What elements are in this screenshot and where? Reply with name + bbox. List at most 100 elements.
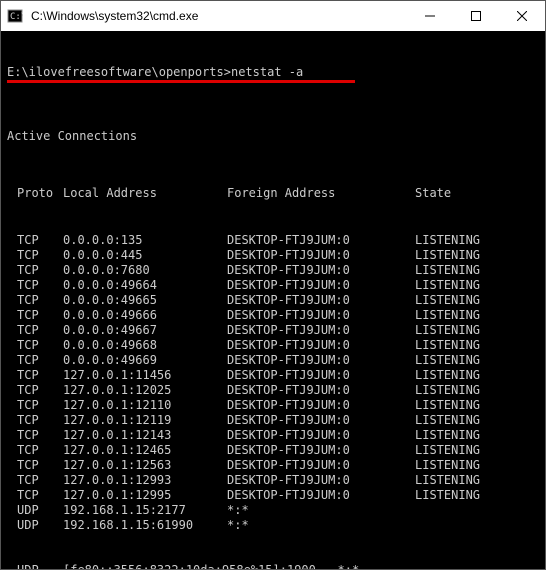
cell-local: 127.0.0.1:12465 bbox=[63, 443, 227, 458]
cell-state: LISTENING bbox=[415, 473, 480, 488]
cell-state: LISTENING bbox=[415, 398, 480, 413]
table-row: TCP127.0.0.1:11456DESKTOP-FTJ9JUM:0LISTE… bbox=[7, 368, 539, 383]
cell-local: 0.0.0.0:49666 bbox=[63, 308, 227, 323]
window-title: C:\Windows\system32\cmd.exe bbox=[29, 9, 407, 23]
table-row: TCP0.0.0.0:49666DESKTOP-FTJ9JUM:0LISTENI… bbox=[7, 308, 539, 323]
table-row: UDP[fe80::3556:8322:10da:958e%15]:1900 *… bbox=[7, 563, 539, 569]
header-state: State bbox=[415, 186, 451, 201]
maximize-button[interactable] bbox=[453, 1, 499, 31]
cell-local: 0.0.0.0:7680 bbox=[63, 263, 227, 278]
cell-state: LISTENING bbox=[415, 323, 480, 338]
cell-state: LISTENING bbox=[415, 383, 480, 398]
table-row: TCP127.0.0.1:12563DESKTOP-FTJ9JUM:0LISTE… bbox=[7, 458, 539, 473]
table-row: TCP127.0.0.1:12995DESKTOP-FTJ9JUM:0LISTE… bbox=[7, 488, 539, 503]
cell-local: 0.0.0.0:445 bbox=[63, 248, 227, 263]
table-row: TCP0.0.0.0:49667DESKTOP-FTJ9JUM:0LISTENI… bbox=[7, 323, 539, 338]
cell-state: LISTENING bbox=[415, 233, 480, 248]
cell-local: 0.0.0.0:49664 bbox=[63, 278, 227, 293]
cell-state: LISTENING bbox=[415, 308, 480, 323]
cell-local: 0.0.0.0:135 bbox=[63, 233, 227, 248]
cell-foreign: DESKTOP-FTJ9JUM:0 bbox=[227, 233, 415, 248]
cell-local: 127.0.0.1:12993 bbox=[63, 473, 227, 488]
cell-foreign: DESKTOP-FTJ9JUM:0 bbox=[227, 263, 415, 278]
cell-foreign: DESKTOP-FTJ9JUM:0 bbox=[227, 398, 415, 413]
cell-state: LISTENING bbox=[415, 293, 480, 308]
cell-foreign: DESKTOP-FTJ9JUM:0 bbox=[227, 248, 415, 263]
minimize-button[interactable] bbox=[407, 1, 453, 31]
cell-foreign: DESKTOP-FTJ9JUM:0 bbox=[227, 293, 415, 308]
cell-local: 0.0.0.0:49668 bbox=[63, 338, 227, 353]
table-row: TCP127.0.0.1:12465DESKTOP-FTJ9JUM:0LISTE… bbox=[7, 443, 539, 458]
cell-state: LISTENING bbox=[415, 443, 480, 458]
cell-state: LISTENING bbox=[415, 368, 480, 383]
cell-foreign: DESKTOP-FTJ9JUM:0 bbox=[227, 428, 415, 443]
table-row: TCP127.0.0.1:12143DESKTOP-FTJ9JUM:0LISTE… bbox=[7, 428, 539, 443]
cell-state: LISTENING bbox=[415, 278, 480, 293]
cell-state: LISTENING bbox=[415, 263, 480, 278]
cell-foreign: DESKTOP-FTJ9JUM:0 bbox=[227, 278, 415, 293]
cell-foreign: DESKTOP-FTJ9JUM:0 bbox=[227, 473, 415, 488]
terminal-output[interactable]: E:\ilovefreesoftware\openports>netstat -… bbox=[1, 31, 545, 569]
header-proto: Proto bbox=[7, 186, 63, 201]
table-row: TCP0.0.0.0:49664DESKTOP-FTJ9JUM:0LISTENI… bbox=[7, 278, 539, 293]
cell-proto: TCP bbox=[7, 413, 63, 428]
cell-state: LISTENING bbox=[415, 353, 480, 368]
table-row: TCP127.0.0.1:12119DESKTOP-FTJ9JUM:0LISTE… bbox=[7, 413, 539, 428]
cell-state: LISTENING bbox=[415, 338, 480, 353]
cell-proto: TCP bbox=[7, 383, 63, 398]
table-row: UDP192.168.1.15:2177*:* bbox=[7, 503, 539, 518]
prompt-path: E:\ilovefreesoftware\openports> bbox=[7, 65, 231, 79]
connection-list: TCP0.0.0.0:135DESKTOP-FTJ9JUM:0LISTENING… bbox=[7, 233, 539, 533]
cell-local: 127.0.0.1:12119 bbox=[63, 413, 227, 428]
window-controls bbox=[407, 1, 545, 31]
cell-proto: TCP bbox=[7, 263, 63, 278]
titlebar[interactable]: C:\ C:\Windows\system32\cmd.exe bbox=[1, 1, 545, 31]
table-row: TCP127.0.0.1:12993DESKTOP-FTJ9JUM:0LISTE… bbox=[7, 473, 539, 488]
cell-foreign: DESKTOP-FTJ9JUM:0 bbox=[227, 383, 415, 398]
table-row: TCP0.0.0.0:135DESKTOP-FTJ9JUM:0LISTENING bbox=[7, 233, 539, 248]
cell-local: 192.168.1.15:61990 bbox=[63, 518, 227, 533]
cell-proto: TCP bbox=[7, 398, 63, 413]
cell-state: LISTENING bbox=[415, 488, 480, 503]
cell-local: 192.168.1.15:2177 bbox=[63, 503, 227, 518]
table-row: TCP0.0.0.0:7680DESKTOP-FTJ9JUM:0LISTENIN… bbox=[7, 263, 539, 278]
prompt-command: netstat -a bbox=[231, 65, 303, 79]
cell-foreign: DESKTOP-FTJ9JUM:0 bbox=[227, 458, 415, 473]
cell-state: LISTENING bbox=[415, 413, 480, 428]
cell-local: 127.0.0.1:11456 bbox=[63, 368, 227, 383]
cell-state: LISTENING bbox=[415, 458, 480, 473]
header-local: Local Address bbox=[63, 186, 227, 201]
cell-local: 0.0.0.0:49667 bbox=[63, 323, 227, 338]
header-foreign: Foreign Address bbox=[227, 186, 415, 201]
cell-local: 127.0.0.1:12143 bbox=[63, 428, 227, 443]
cell-foreign: DESKTOP-FTJ9JUM:0 bbox=[227, 338, 415, 353]
cell-foreign: *:* bbox=[227, 503, 415, 518]
cell-local: 127.0.0.1:12025 bbox=[63, 383, 227, 398]
cell-state: LISTENING bbox=[415, 248, 480, 263]
close-button[interactable] bbox=[499, 1, 545, 31]
cell-local: 0.0.0.0:49665 bbox=[63, 293, 227, 308]
cell-local: 127.0.0.1:12110 bbox=[63, 398, 227, 413]
cell-foreign: DESKTOP-FTJ9JUM:0 bbox=[227, 443, 415, 458]
cell-proto: TCP bbox=[7, 473, 63, 488]
table-row: TCP0.0.0.0:49668DESKTOP-FTJ9JUM:0LISTENI… bbox=[7, 338, 539, 353]
table-row: TCP0.0.0.0:49665DESKTOP-FTJ9JUM:0LISTENI… bbox=[7, 293, 539, 308]
cmd-window: C:\ C:\Windows\system32\cmd.exe E:\ilove… bbox=[0, 0, 546, 570]
table-row: TCP0.0.0.0:49669DESKTOP-FTJ9JUM:0LISTENI… bbox=[7, 353, 539, 368]
cell-proto: TCP bbox=[7, 428, 63, 443]
cell-foreign: DESKTOP-FTJ9JUM:0 bbox=[227, 413, 415, 428]
cell-proto: TCP bbox=[7, 488, 63, 503]
cell-proto: TCP bbox=[7, 308, 63, 323]
cell-foreign: DESKTOP-FTJ9JUM:0 bbox=[227, 308, 415, 323]
cell-local: 127.0.0.1:12995 bbox=[63, 488, 227, 503]
cell-foreign: DESKTOP-FTJ9JUM:0 bbox=[227, 488, 415, 503]
cell-proto: UDP bbox=[7, 503, 63, 518]
cell-local: 127.0.0.1:12563 bbox=[63, 458, 227, 473]
cell-proto: TCP bbox=[7, 278, 63, 293]
cell-proto: TCP bbox=[7, 323, 63, 338]
cmd-icon: C:\ bbox=[1, 8, 29, 24]
cell-state: LISTENING bbox=[415, 428, 480, 443]
column-headers: ProtoLocal AddressForeign AddressState bbox=[7, 186, 539, 201]
cell-proto: TCP bbox=[7, 338, 63, 353]
active-connections-header: Active Connections bbox=[7, 129, 539, 144]
